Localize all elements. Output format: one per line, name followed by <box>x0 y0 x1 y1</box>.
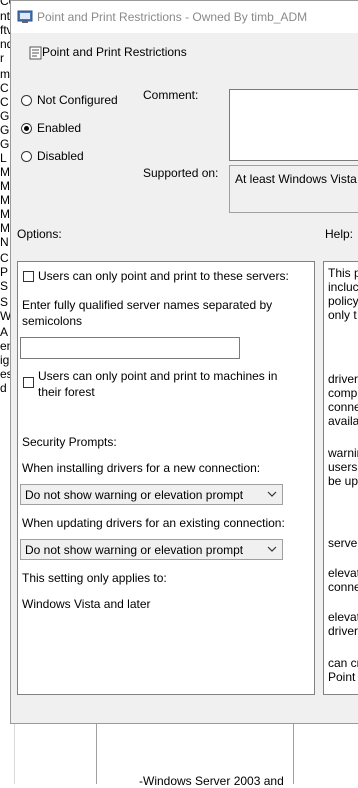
tree-item-fragment: M <box>0 207 10 221</box>
help-panel[interactable]: This p incluc policy only t driver comp conne a… <box>323 261 358 695</box>
forest-checkbox-label: Users can only point and print to machin… <box>38 369 278 399</box>
applies-value: Windows Vista and later <box>22 597 151 611</box>
radio-circle <box>21 94 32 106</box>
tree-item-fragment: L <box>0 151 7 165</box>
tree-item-fragment: N <box>0 235 9 249</box>
help-text-line: server <box>328 536 358 550</box>
window-title: Point and Print Restrictions - Owned By … <box>37 10 308 24</box>
help-text-line: incluc <box>328 280 358 294</box>
new-connection-label: When installing drivers for a new connec… <box>22 461 261 475</box>
title-bar[interactable]: Point and Print Restrictions - Owned By … <box>11 1 358 33</box>
tree-item-fragment: M <box>0 193 10 207</box>
servers-hint: Enter fully qualified server names separ… <box>22 298 273 328</box>
help-text-line: be up <box>328 474 358 488</box>
tree-item-fragment: M <box>0 179 10 193</box>
dropdown-value: Do not show warning or elevation prompt <box>25 543 244 557</box>
setting-title: Point and Print Restrictions <box>42 45 187 59</box>
supported-on-field: At least Windows Vista <box>229 165 358 213</box>
tree-item-fragment: nt <box>0 9 11 23</box>
help-text-line: availa <box>328 414 358 428</box>
tree-item-fragment: A <box>0 325 9 339</box>
background-divider <box>293 724 294 784</box>
new-connection-dropdown[interactable]: Do not show warning or elevation prompt <box>20 484 283 505</box>
help-text-line: warnin <box>328 446 358 460</box>
supported-label: Supported on: <box>143 166 219 180</box>
chevron-down-icon <box>267 546 277 552</box>
tree-item-fragment: d <box>0 381 7 395</box>
policy-dialog: Point and Print Restrictions - Owned By … <box>10 0 358 724</box>
radio-disabled[interactable]: Disabled <box>21 149 84 163</box>
radio-enabled[interactable]: Enabled <box>21 121 81 135</box>
existing-connection-dropdown[interactable]: Do not show warning or elevation prompt <box>20 539 283 560</box>
security-prompts-label: Security Prompts: <box>22 435 117 449</box>
help-text-line: elevat <box>328 566 358 580</box>
tree-item-fragment: r <box>0 51 4 65</box>
comment-textarea[interactable] <box>229 89 358 161</box>
dropdown-value: Do not show warning or elevation prompt <box>25 488 244 502</box>
tree-item-fragment: S <box>0 295 9 309</box>
radio-label: Disabled <box>37 149 84 163</box>
help-text-line: conne <box>328 580 358 594</box>
help-text-line: can cr <box>328 656 358 670</box>
background-text: -Windows Server 2003 and <box>139 774 284 788</box>
help-text-line: policy <box>328 294 358 308</box>
tree-item-fragment: ig <box>0 353 10 367</box>
comment-label: Comment: <box>143 88 199 102</box>
help-text-line: This p <box>328 266 358 280</box>
dialog-footer <box>11 701 358 723</box>
tree-item-fragment: m <box>0 67 10 81</box>
chevron-down-icon <box>267 491 277 497</box>
existing-connection-label: When updating drivers for an existing co… <box>22 516 285 530</box>
servers-checkbox[interactable] <box>23 271 34 282</box>
applies-label: This setting only applies to: <box>22 571 167 585</box>
tree-item-fragment: M <box>0 165 10 179</box>
background-window: -Windows Server 2003 and <box>96 724 358 788</box>
help-text-line: elevat <box>328 610 358 624</box>
help-text-line: users <box>328 460 358 474</box>
tree-item-fragment: G <box>0 137 10 151</box>
servers-input[interactable] <box>20 337 240 359</box>
tree-item-fragment: G <box>0 109 10 123</box>
help-text-line: driver <box>328 624 358 638</box>
help-label: Help: <box>325 227 354 241</box>
help-text-line: conne <box>328 400 358 414</box>
tree-item-fragment: G <box>0 123 10 137</box>
radio-not-configured[interactable]: Not Configured <box>21 93 118 107</box>
options-panel[interactable]: Users can only point and print to these … <box>17 261 315 695</box>
help-text-line: Point <box>328 670 356 684</box>
radio-circle <box>21 150 32 162</box>
forest-checkbox[interactable] <box>23 377 34 388</box>
help-text-line: driver <box>328 372 358 386</box>
tree-item-fragment: S <box>0 279 9 293</box>
radio-circle <box>21 122 32 134</box>
tree-item-fragment: P <box>0 265 9 279</box>
policy-icon <box>17 10 33 23</box>
radio-label: Enabled <box>37 121 82 135</box>
tree-item-fragment: C <box>0 81 9 95</box>
help-text-line: comp <box>328 386 358 400</box>
tree-item-fragment: C <box>0 251 9 265</box>
help-text-line: only t <box>328 308 357 322</box>
servers-checkbox-label: Users can only point and print to these … <box>38 269 289 283</box>
tree-item-fragment: M <box>0 221 10 235</box>
tree-item-fragment: C <box>0 95 9 109</box>
radio-label: Not Configured <box>37 93 118 107</box>
options-label: Options: <box>17 227 62 241</box>
